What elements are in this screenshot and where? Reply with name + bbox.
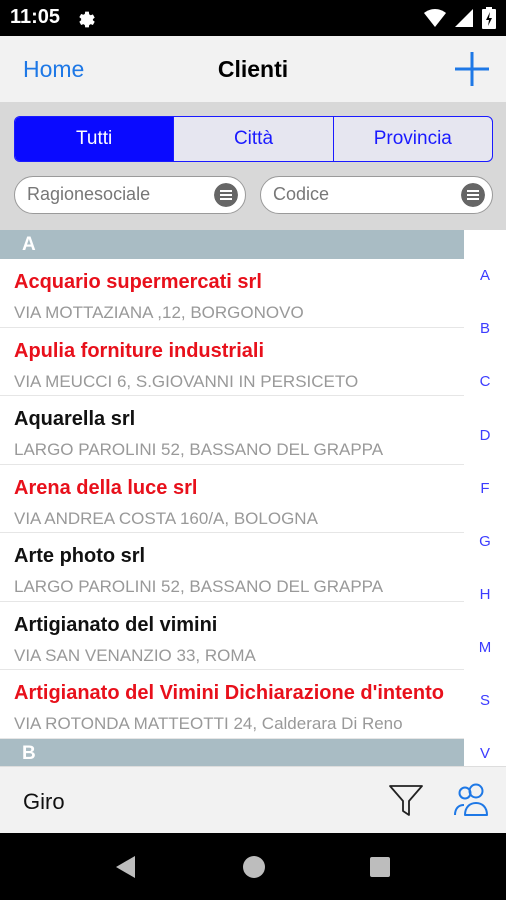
segment-citta[interactable]: Città [173,117,332,161]
list-icon[interactable] [461,183,485,207]
section-header-b: B [0,738,464,766]
client-address: VIA ANDREA COSTA 160/A, BOLOGNA [14,508,318,528]
wifi-icon [424,9,446,27]
segment-provincia[interactable]: Provincia [332,117,492,161]
client-name: Artigianato del vimini [14,613,218,636]
home-button[interactable]: Home [23,56,84,83]
index-letter[interactable]: M [464,639,506,656]
plus-icon[interactable] [452,49,492,89]
codice-field[interactable] [260,176,493,214]
segmented-control: Tutti Città Provincia [14,116,493,162]
index-letter[interactable]: F [464,480,506,497]
client-name: Acquario supermercati srl [14,271,262,293]
client-address: VIA MEUCCI 6, S.GIOVANNI IN PERSICETO [14,371,359,391]
recent-apps-icon[interactable] [370,857,390,877]
client-name: Arte photo srl [14,545,146,567]
list-item[interactable]: Aquarella srl LARGO PAROLINI 52, BASSANO… [0,396,464,465]
client-address: LARGO PAROLINI 52, BASSANO DEL GRAPPA [14,577,384,596]
signal-icon [455,9,473,27]
client-address: VIA MOTTAZIANA ,12, BORGONOVO [14,303,304,322]
index-letter[interactable]: H [464,586,506,603]
codice-input[interactable] [273,184,443,205]
client-address: VIA SAN VENANZIO 33, ROMA [14,645,256,665]
list-icon[interactable] [214,183,238,207]
filter-area: Tutti Città Provincia [0,102,506,230]
status-time: 11:05 [10,6,61,28]
alphabet-index[interactable]: A B C D F G H M S V [464,230,506,766]
back-icon[interactable] [115,855,137,879]
client-name: Artigianato del Vimini Dichiarazione d'i… [14,682,444,704]
list-item[interactable]: Artigianato del Vimini Dichiarazione d'i… [0,670,464,739]
ragione-sociale-input[interactable] [27,184,197,205]
home-icon[interactable] [243,856,265,878]
index-letter[interactable]: S [464,692,506,709]
giro-button[interactable]: Giro [23,789,65,815]
section-header-a: A [0,230,464,259]
bottom-toolbar: Giro [0,766,506,833]
index-letter[interactable]: A [464,267,506,284]
system-nav-bar [0,833,506,900]
list-item[interactable]: Arena della luce srl VIA ANDREA COSTA 16… [0,465,464,533]
client-name: Apulia forniture industriali [14,339,265,362]
battery-icon [482,7,496,29]
status-bar: 11:05 [0,0,506,36]
ragione-sociale-field[interactable] [14,176,246,214]
list-item[interactable]: Acquario supermercati srl VIA MOTTAZIANA… [0,259,464,328]
status-icons [424,7,496,29]
filter-icon[interactable] [388,783,424,819]
nav-bar: Home Clienti [0,36,506,102]
index-letter[interactable]: C [464,373,506,390]
index-letter[interactable]: B [464,320,506,337]
list-item[interactable]: Apulia forniture industriali VIA MEUCCI … [0,328,464,396]
client-address: VIA ROTONDA MATTEOTTI 24, Calderara Di R… [14,714,403,733]
list-item[interactable]: Arte photo srl LARGO PAROLINI 52, BASSAN… [0,533,464,602]
index-letter[interactable]: D [464,427,506,444]
index-letter[interactable]: V [464,745,506,762]
client-address: LARGO PAROLINI 52, BASSANO DEL GRAPPA [14,440,384,459]
client-list[interactable]: A Acquario supermercati srl VIA MOTTAZIA… [0,230,464,766]
gear-icon [79,11,95,28]
segment-tutti[interactable]: Tutti [15,117,174,161]
index-letter[interactable]: G [464,533,506,550]
client-name: Aquarella srl [14,408,136,430]
client-name: Arena della luce srl [14,476,198,499]
people-icon[interactable] [452,781,492,819]
list-item[interactable]: Artigianato del vimini VIA SAN VENANZIO … [0,602,464,670]
